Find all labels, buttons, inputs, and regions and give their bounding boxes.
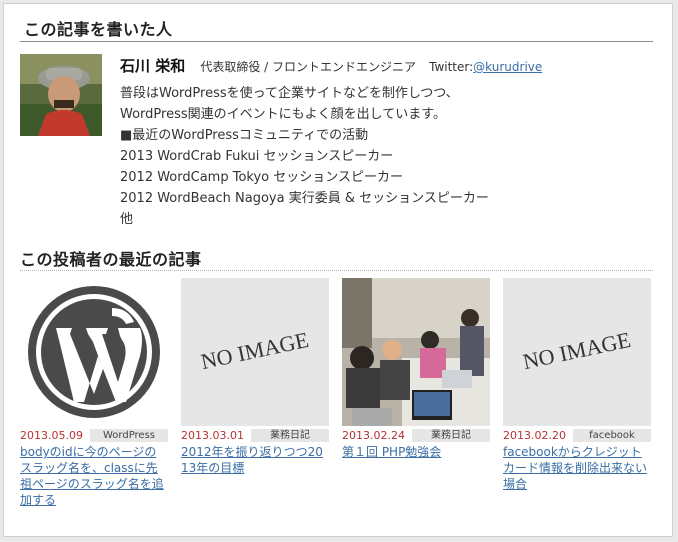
wordpress-logo-icon <box>28 286 160 418</box>
post-category[interactable]: WordPress <box>90 429 168 442</box>
post-category[interactable]: 業務日記 <box>251 429 329 442</box>
twitter-label: Twitter: <box>429 60 474 74</box>
no-image-placeholder: NO IMAGE <box>181 278 329 426</box>
post-meta: 2013.03.01 業務日記 <box>181 429 329 442</box>
recent-title-divider <box>20 270 653 271</box>
bio-line: WordPress関連のイベントにもよく顔を出しています。 <box>120 107 446 122</box>
bio-line: 2013 WordCrab Fukui セッションスピーカー <box>120 149 394 164</box>
author-avatar <box>20 54 102 136</box>
post-thumbnail[interactable] <box>20 278 168 426</box>
author-section-title: この記事を書いた人 <box>24 20 173 39</box>
post-date: 2013.02.20 <box>503 429 566 442</box>
post-title-link[interactable]: 2012年を振り返りつつ2013年の目標 <box>181 444 329 476</box>
no-image-placeholder: NO IMAGE <box>503 278 651 426</box>
post-card: NO IMAGE 2013.03.01 業務日記 2012年を振り返りつつ201… <box>181 278 329 476</box>
bio-line: 他 <box>120 212 134 227</box>
post-thumbnail[interactable]: NO IMAGE <box>503 278 651 426</box>
post-title-link[interactable]: facebookからクレジットカード情報を削除出来ない場合 <box>503 444 651 492</box>
post-date: 2013.03.01 <box>181 429 244 442</box>
post-card: 2013.02.24 業務日記 第１回 PHP勉強会 <box>342 278 490 460</box>
post-title-link[interactable]: bodyのidに今のページのスラッグ名を、classに先祖ページのスラッグ名を追… <box>20 444 168 508</box>
bio-line: ■最近のWordPressコミュニティでの活動 <box>120 128 369 143</box>
author-title-divider <box>20 41 653 42</box>
post-title-link[interactable]: 第１回 PHP勉強会 <box>342 444 490 460</box>
post-thumbnail[interactable]: NO IMAGE <box>181 278 329 426</box>
author-name: 石川 栄和 <box>120 57 186 75</box>
bio-line: 2012 WordCamp Tokyo セッションスピーカー <box>120 170 403 185</box>
post-card: NO IMAGE 2013.02.20 facebook facebookからク… <box>503 278 651 492</box>
post-meta: 2013.02.24 業務日記 <box>342 429 490 442</box>
author-bio: 普段はWordPressを使って企業サイトなどを制作しつつ、 WordPress… <box>120 83 530 230</box>
twitter-link[interactable]: @kurudrive <box>473 60 542 74</box>
post-category[interactable]: 業務日記 <box>412 429 490 442</box>
recent-posts-title: この投稿者の最近の記事 <box>20 250 202 269</box>
post-meta: 2013.05.09 WordPress <box>20 429 168 442</box>
author-header: 石川 栄和 代表取締役 / フロントエンドエンジニア Twitter:@kuru… <box>120 55 542 76</box>
avatar-photo <box>20 54 102 136</box>
author-role: 代表取締役 / フロントエンドエンジニア <box>200 60 417 74</box>
study-meeting-photo <box>342 278 490 426</box>
post-category[interactable]: facebook <box>573 429 651 442</box>
post-thumbnail[interactable] <box>342 278 490 426</box>
post-card: 2013.05.09 WordPress bodyのidに今のページのスラッグ名… <box>20 278 168 508</box>
post-date: 2013.05.09 <box>20 429 83 442</box>
bio-line: 2012 WordBeach Nagoya 実行委員 & セッションスピーカー <box>120 191 489 206</box>
post-date: 2013.02.24 <box>342 429 405 442</box>
post-meta: 2013.02.20 facebook <box>503 429 651 442</box>
bio-line: 普段はWordPressを使って企業サイトなどを制作しつつ、 <box>120 86 459 101</box>
